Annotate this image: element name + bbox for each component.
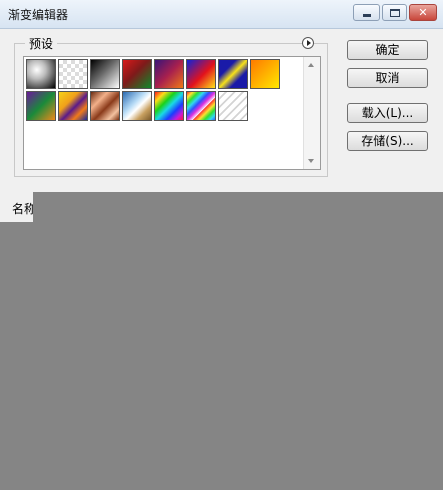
minimize-icon (363, 14, 371, 17)
presets-group: 预设 (14, 35, 328, 177)
gradient-swatch-copper[interactable] (90, 91, 120, 121)
gradient-swatch-violet-green-orange[interactable] (26, 91, 56, 121)
gradient-swatch-black-white-radial[interactable] (26, 59, 56, 89)
gradient-swatch-violet-orange[interactable] (154, 59, 184, 89)
save-button[interactable]: 存储(S)... (347, 131, 428, 151)
presets-label: 预设 (25, 35, 58, 52)
maximize-button[interactable] (382, 4, 407, 21)
window-title: 渐变编辑器 (8, 8, 69, 22)
presets-scrollbar[interactable] (303, 57, 320, 169)
ok-button[interactable]: 确定 (347, 40, 428, 60)
close-button[interactable]: ✕ (409, 4, 437, 21)
close-icon: ✕ (418, 6, 428, 19)
scroll-down-arrow-icon[interactable] (308, 159, 314, 163)
obscured-area (33, 192, 443, 490)
gradient-swatch-chrome[interactable] (122, 91, 152, 121)
gradient-swatch-transparent-rainbow[interactable] (186, 91, 216, 121)
minimize-button[interactable] (353, 4, 380, 21)
scroll-up-arrow-icon[interactable] (308, 63, 314, 67)
gradient-swatch-spectrum[interactable] (154, 91, 184, 121)
gradient-swatch-yellow-violet-orange[interactable] (58, 91, 88, 121)
maximize-icon (390, 9, 400, 17)
gradient-swatch-orange-yellow[interactable] (250, 59, 280, 89)
gradient-swatch-transparent-checker[interactable] (58, 59, 88, 89)
presets-menu-arrow-icon[interactable] (302, 37, 314, 49)
load-button[interactable]: 载入(L)... (347, 103, 428, 123)
cancel-button[interactable]: 取消 (347, 68, 428, 88)
title-bar: 渐变编辑器 ✕ (0, 0, 443, 29)
gradient-swatch-red-green[interactable] (122, 59, 152, 89)
gradient-swatch-blue-red-yellow[interactable] (186, 59, 216, 89)
dialog-body: 预设 确定 取消 载入(L)... 存储(S)... (0, 29, 443, 192)
gradient-swatch-black-white-linear[interactable] (90, 59, 120, 89)
gradient-swatch-blue-yellow-blue[interactable] (218, 59, 248, 89)
presets-swatch-list (23, 56, 321, 170)
gradient-swatch-transparent-stripes[interactable] (218, 91, 248, 121)
